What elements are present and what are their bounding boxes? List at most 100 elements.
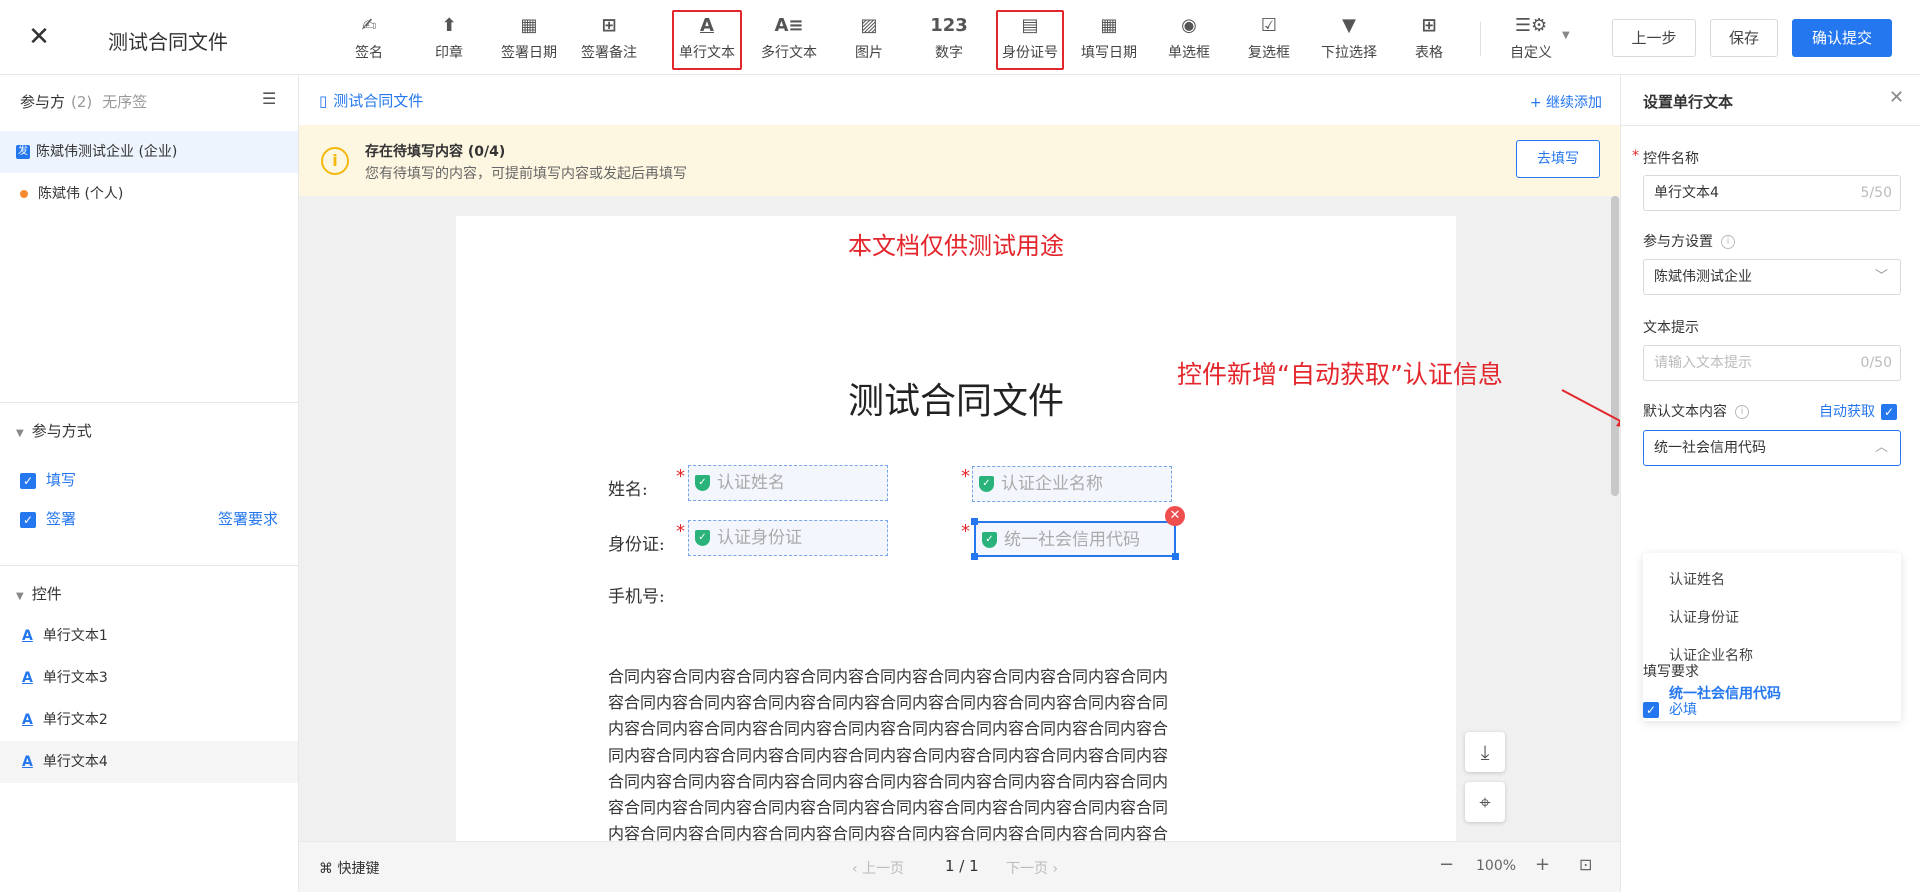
delete-field-icon[interactable]: ✕ (1165, 506, 1185, 526)
prev-step-button[interactable]: 上一步 (1612, 19, 1696, 57)
zoom-out-icon[interactable]: − (1439, 854, 1454, 875)
checkbox-checked-icon: ✓ (1643, 702, 1659, 718)
mode-section-header[interactable]: ▼ 参与方式 (16, 420, 92, 441)
tool-id-number[interactable]: ▤ 身份证号 (996, 10, 1064, 70)
party-item-person[interactable]: 陈斌伟 (个人) (0, 173, 298, 215)
default-text-label: 默认文本内容 i (1643, 401, 1749, 421)
default-text-dropdown: 认证姓名 认证身份证 认证企业名称 统一社会信用代码 (1643, 553, 1901, 721)
locate-icon[interactable]: ⌖ (1465, 782, 1505, 822)
tool-image[interactable]: ▨ 图片 (832, 12, 906, 70)
control-item[interactable]: A 单行文本2 (0, 699, 298, 741)
fill-requirement-label: 填写要求 (1643, 664, 1699, 680)
resize-handle[interactable] (971, 518, 978, 525)
participants-header: 参与方 (2) 无序签 (20, 93, 148, 111)
control-item-selected[interactable]: A 单行文本4 (0, 741, 298, 783)
main-canvas: ▯ 测试合同文件 + 继续添加 i 存在待填写内容 (0/4) 您有待填写的内容，… (299, 75, 1620, 892)
add-more-link[interactable]: + 继续添加 (1530, 92, 1602, 112)
tool-checkbox[interactable]: ☑ 复选框 (1232, 12, 1306, 70)
sort-list-icon[interactable]: ☰ (262, 89, 276, 108)
field-credit-code-selected[interactable]: ✓ 统一社会信用代码 (974, 521, 1176, 557)
dropdown-option[interactable]: 认证身份证 (1643, 599, 1901, 637)
shield-check-icon: ✓ (979, 476, 994, 492)
panel-title: 设置单行文本 (1643, 93, 1734, 111)
chevron-up-icon: ︿ (1874, 440, 1888, 455)
mode-fill-checkbox[interactable]: ✓ 填写 (20, 469, 76, 490)
info-icon[interactable]: i (1735, 405, 1749, 419)
sign-requirement-link[interactable]: 签署要求 (218, 508, 278, 529)
field-auth-name[interactable]: ✓ 认证姓名 (688, 465, 888, 501)
submit-button[interactable]: 确认提交 (1792, 19, 1892, 57)
tool-sign-remark[interactable]: ⊞ 签署备注 (572, 12, 646, 70)
text-a-icon: A (22, 628, 33, 644)
party-item-enterprise[interactable]: 发陈斌伟测试企业 (企业) (0, 131, 298, 173)
tool-multi-line-text[interactable]: A≡ 多行文本 (752, 12, 826, 70)
download-icon[interactable]: ⤓ (1465, 732, 1505, 772)
status-dot (20, 190, 28, 198)
prev-page-button[interactable]: ‹ 上一页 (852, 858, 904, 878)
radio-icon: ◉ (1181, 15, 1197, 36)
dropdown-option[interactable]: 认证姓名 (1643, 561, 1901, 599)
required-checkbox[interactable]: ✓ 必填 (1643, 699, 1697, 719)
top-toolbar: ✕ 测试合同文件 ✍ 签名 ⬆ 印章 ▦ 签署日期 ⊞ 签署备注 A 单行文本 A≡ 多行文… (0, 0, 1920, 75)
default-text-select[interactable]: 统一社会信用代码 ︿ (1643, 430, 1901, 466)
text-hint-input[interactable]: 请输入文本提示 0/50 (1643, 345, 1901, 381)
close-icon[interactable]: ✕ (1889, 87, 1904, 108)
close-icon[interactable]: ✕ (24, 22, 54, 52)
tool-radio[interactable]: ◉ 单选框 (1152, 12, 1226, 70)
right-settings-panel: 设置单行文本 ✕ * 控件名称 单行文本4 5/50 参与方设置 i 陈斌伟测试企业 ﹀… (1620, 75, 1920, 892)
checkbox-checked-icon: ✓ (20, 511, 36, 528)
id-card-icon: ▤ (1021, 15, 1039, 36)
control-name-input[interactable]: 单行文本4 5/50 (1643, 175, 1901, 211)
tool-fill-date[interactable]: ▦ 填写日期 (1072, 12, 1146, 70)
tool-custom[interactable]: ☰⚙ 自定义 (1494, 12, 1568, 70)
calendar-icon: ▦ (1100, 15, 1118, 36)
text-a-icon: A (22, 754, 33, 770)
auto-fetch-checkbox[interactable]: 自动获取 ✓ (1819, 401, 1897, 421)
fit-page-icon[interactable]: ⊡ (1579, 855, 1592, 874)
bottom-bar: ⌘ 快捷键 ‹ 上一页 1 / 1 下一页 › − 100% + ⊡ (299, 841, 1620, 892)
goto-fill-button[interactable]: 去填写 (1516, 140, 1600, 178)
custom-caret-icon[interactable]: ▼ (1562, 30, 1570, 41)
resize-handle[interactable] (971, 553, 978, 560)
file-icon: ▯ (319, 92, 328, 110)
divider (0, 402, 298, 403)
resize-handle[interactable] (1172, 553, 1179, 560)
shortcut-button[interactable]: ⌘ 快捷键 (319, 858, 379, 878)
tool-dropdown[interactable]: ▼ 下拉选择 (1312, 12, 1386, 70)
controls-section-header[interactable]: ▼ 控件 (16, 583, 62, 604)
zoom-in-icon[interactable]: + (1535, 854, 1550, 875)
required-star: * (676, 466, 685, 487)
text-hint-label: 文本提示 (1643, 320, 1699, 336)
id-label: 身份证: (608, 535, 665, 555)
control-item[interactable]: A 单行文本1 (0, 615, 298, 657)
tool-seal[interactable]: ⬆ 印章 (412, 12, 486, 70)
document-page: 本文档仅供测试用途 测试合同文件 姓名: * ✓ 认证姓名 * ✓ 认证企业名称 身… (456, 216, 1456, 851)
tool-signature[interactable]: ✍ 签名 (332, 12, 406, 70)
mode-sign-checkbox[interactable]: ✓ 签署 (20, 508, 76, 529)
next-page-button[interactable]: 下一页 › (1006, 858, 1058, 878)
shield-check-icon: ✓ (982, 532, 997, 548)
tool-sign-date[interactable]: ▦ 签署日期 (492, 12, 566, 70)
control-item[interactable]: A 单行文本3 (0, 657, 298, 699)
required-star: * (961, 521, 970, 542)
tool-table[interactable]: ⊞ 表格 (1392, 12, 1466, 70)
checkbox-icon: ☑ (1260, 15, 1278, 36)
party-setting-select[interactable]: 陈斌伟测试企业 ﹀ (1643, 259, 1901, 295)
info-icon[interactable]: i (1721, 235, 1735, 249)
field-auth-id[interactable]: ✓ 认证身份证 (688, 520, 888, 556)
document-title: 测试合同文件 (108, 30, 228, 54)
save-button[interactable]: 保存 (1710, 19, 1778, 57)
tool-single-line-text[interactable]: A 单行文本 (672, 10, 742, 70)
field-auth-company[interactable]: ✓ 认证企业名称 (972, 466, 1172, 502)
name-label: 姓名: (608, 480, 648, 500)
party-setting-label: 参与方设置 i (1643, 231, 1735, 251)
file-tab[interactable]: ▯ 测试合同文件 (319, 90, 423, 111)
table-icon: ⊞ (1421, 15, 1437, 36)
shield-check-icon: ✓ (695, 475, 710, 491)
text-a-icon: A (700, 15, 714, 36)
collapse-triangle-icon: ▼ (16, 591, 24, 602)
tool-number[interactable]: 123 数字 (912, 12, 986, 70)
text-a-icon: A (22, 670, 33, 686)
scrollbar[interactable] (1611, 196, 1619, 496)
divider (0, 565, 298, 566)
